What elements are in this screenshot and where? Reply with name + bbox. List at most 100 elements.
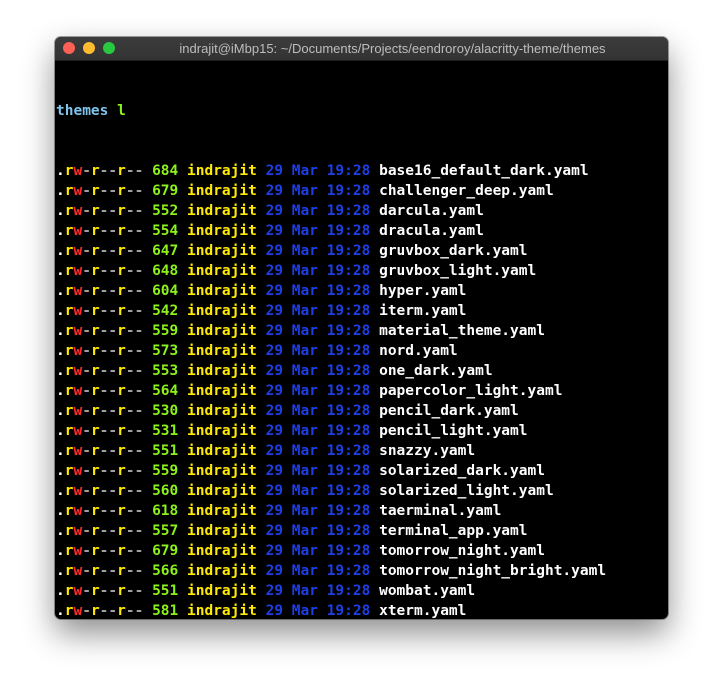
file-date: 29 Mar 19:28 bbox=[265, 343, 371, 359]
permissions: .rw-r--r-- bbox=[56, 423, 144, 439]
file-name: tomorrow_night.yaml bbox=[379, 543, 545, 559]
file-name: snazzy.yaml bbox=[379, 443, 476, 459]
terminal-output[interactable]: themes l .rw-r--r-- 684 indrajit 29 Mar … bbox=[56, 61, 606, 619]
file-date: 29 Mar 19:28 bbox=[265, 463, 371, 479]
file-date: 29 Mar 19:28 bbox=[265, 523, 371, 539]
file-date: 29 Mar 19:28 bbox=[265, 483, 371, 499]
file-name: papercolor_light.yaml bbox=[379, 383, 563, 399]
permissions: .rw-r--r-- bbox=[56, 223, 144, 239]
file-size: 566 bbox=[152, 563, 179, 579]
permissions: .rw-r--r-- bbox=[56, 303, 144, 319]
file-owner: indrajit bbox=[187, 223, 257, 239]
file-size: 679 bbox=[152, 183, 179, 199]
maximize-button[interactable] bbox=[103, 42, 115, 54]
file-date: 29 Mar 19:28 bbox=[265, 223, 371, 239]
file-owner: indrajit bbox=[187, 423, 257, 439]
file-owner: indrajit bbox=[187, 543, 257, 559]
listing-row: .rw-r--r-- 684 indrajit 29 Mar 19:28 bas… bbox=[56, 161, 606, 181]
listing-row: .rw-r--r-- 573 indrajit 29 Mar 19:28 nor… bbox=[56, 341, 606, 361]
listing-row: .rw-r--r-- 581 indrajit 29 Mar 19:28 xte… bbox=[56, 601, 606, 619]
permissions: .rw-r--r-- bbox=[56, 363, 144, 379]
minimize-button[interactable] bbox=[83, 42, 95, 54]
file-size: 552 bbox=[152, 203, 179, 219]
file-name: wombat.yaml bbox=[379, 583, 476, 599]
file-date: 29 Mar 19:28 bbox=[265, 423, 371, 439]
file-size: 560 bbox=[152, 483, 179, 499]
file-name: gruvbox_dark.yaml bbox=[379, 243, 528, 259]
file-owner: indrajit bbox=[187, 183, 257, 199]
file-owner: indrajit bbox=[187, 443, 257, 459]
file-date: 29 Mar 19:28 bbox=[265, 363, 371, 379]
file-owner: indrajit bbox=[187, 463, 257, 479]
file-date: 29 Mar 19:28 bbox=[265, 603, 371, 619]
title-bar[interactable]: indrajit@iMbp15: ~/Documents/Projects/ee… bbox=[55, 37, 668, 61]
file-date: 29 Mar 19:28 bbox=[265, 543, 371, 559]
listing-row: .rw-r--r-- 551 indrajit 29 Mar 19:28 sna… bbox=[56, 441, 606, 461]
file-owner: indrajit bbox=[187, 323, 257, 339]
close-button[interactable] bbox=[63, 42, 75, 54]
listing-row: .rw-r--r-- 679 indrajit 29 Mar 19:28 cha… bbox=[56, 181, 606, 201]
listing-row: .rw-r--r-- 679 indrajit 29 Mar 19:28 tom… bbox=[56, 541, 606, 561]
file-owner: indrajit bbox=[187, 403, 257, 419]
file-size: 553 bbox=[152, 363, 179, 379]
file-name: terminal_app.yaml bbox=[379, 523, 528, 539]
file-date: 29 Mar 19:28 bbox=[265, 563, 371, 579]
terminal-window[interactable]: indrajit@iMbp15: ~/Documents/Projects/ee… bbox=[55, 37, 668, 619]
file-size: 530 bbox=[152, 403, 179, 419]
listing-row: .rw-r--r-- 564 indrajit 29 Mar 19:28 pap… bbox=[56, 381, 606, 401]
file-owner: indrajit bbox=[187, 203, 257, 219]
listing-row: .rw-r--r-- 542 indrajit 29 Mar 19:28 ite… bbox=[56, 301, 606, 321]
file-name: taerminal.yaml bbox=[379, 503, 502, 519]
permissions: .rw-r--r-- bbox=[56, 503, 144, 519]
file-date: 29 Mar 19:28 bbox=[265, 183, 371, 199]
listing-row: .rw-r--r-- 531 indrajit 29 Mar 19:28 pen… bbox=[56, 421, 606, 441]
listing-row: .rw-r--r-- 566 indrajit 29 Mar 19:28 tom… bbox=[56, 561, 606, 581]
file-date: 29 Mar 19:28 bbox=[265, 383, 371, 399]
file-size: 647 bbox=[152, 243, 179, 259]
permissions: .rw-r--r-- bbox=[56, 263, 144, 279]
listing-row: .rw-r--r-- 604 indrajit 29 Mar 19:28 hyp… bbox=[56, 281, 606, 301]
permissions: .rw-r--r-- bbox=[56, 203, 144, 219]
listing-row: .rw-r--r-- 647 indrajit 29 Mar 19:28 gru… bbox=[56, 241, 606, 261]
permissions: .rw-r--r-- bbox=[56, 543, 144, 559]
permissions: .rw-r--r-- bbox=[56, 603, 144, 619]
file-name: solarized_light.yaml bbox=[379, 483, 554, 499]
permissions: .rw-r--r-- bbox=[56, 323, 144, 339]
file-owner: indrajit bbox=[187, 363, 257, 379]
file-owner: indrajit bbox=[187, 303, 257, 319]
permissions: .rw-r--r-- bbox=[56, 243, 144, 259]
file-name: tomorrow_night_bright.yaml bbox=[379, 563, 607, 579]
file-date: 29 Mar 19:28 bbox=[265, 303, 371, 319]
file-date: 29 Mar 19:28 bbox=[265, 163, 371, 179]
file-date: 29 Mar 19:28 bbox=[265, 503, 371, 519]
listing-row: .rw-r--r-- 559 indrajit 29 Mar 19:28 sol… bbox=[56, 461, 606, 481]
file-size: 542 bbox=[152, 303, 179, 319]
file-owner: indrajit bbox=[187, 263, 257, 279]
file-date: 29 Mar 19:28 bbox=[265, 323, 371, 339]
permissions: .rw-r--r-- bbox=[56, 443, 144, 459]
prompt-command: l bbox=[117, 103, 126, 119]
file-name: xterm.yaml bbox=[379, 603, 467, 619]
file-date: 29 Mar 19:28 bbox=[265, 243, 371, 259]
listing-row: .rw-r--r-- 618 indrajit 29 Mar 19:28 tae… bbox=[56, 501, 606, 521]
file-size: 573 bbox=[152, 343, 179, 359]
file-owner: indrajit bbox=[187, 483, 257, 499]
file-size: 604 bbox=[152, 283, 179, 299]
file-owner: indrajit bbox=[187, 583, 257, 599]
file-name: base16_default_dark.yaml bbox=[379, 163, 589, 179]
listing-row: .rw-r--r-- 648 indrajit 29 Mar 19:28 gru… bbox=[56, 261, 606, 281]
file-name: material_theme.yaml bbox=[379, 323, 545, 339]
permissions: .rw-r--r-- bbox=[56, 523, 144, 539]
listing-row: .rw-r--r-- 559 indrajit 29 Mar 19:28 mat… bbox=[56, 321, 606, 341]
file-owner: indrajit bbox=[187, 243, 257, 259]
file-name: iterm.yaml bbox=[379, 303, 467, 319]
permissions: .rw-r--r-- bbox=[56, 563, 144, 579]
file-name: nord.yaml bbox=[379, 343, 458, 359]
listing-row: .rw-r--r-- 551 indrajit 29 Mar 19:28 wom… bbox=[56, 581, 606, 601]
file-name: pencil_light.yaml bbox=[379, 423, 528, 439]
file-size: 581 bbox=[152, 603, 179, 619]
permissions: .rw-r--r-- bbox=[56, 483, 144, 499]
permissions: .rw-r--r-- bbox=[56, 463, 144, 479]
file-owner: indrajit bbox=[187, 523, 257, 539]
file-owner: indrajit bbox=[187, 343, 257, 359]
